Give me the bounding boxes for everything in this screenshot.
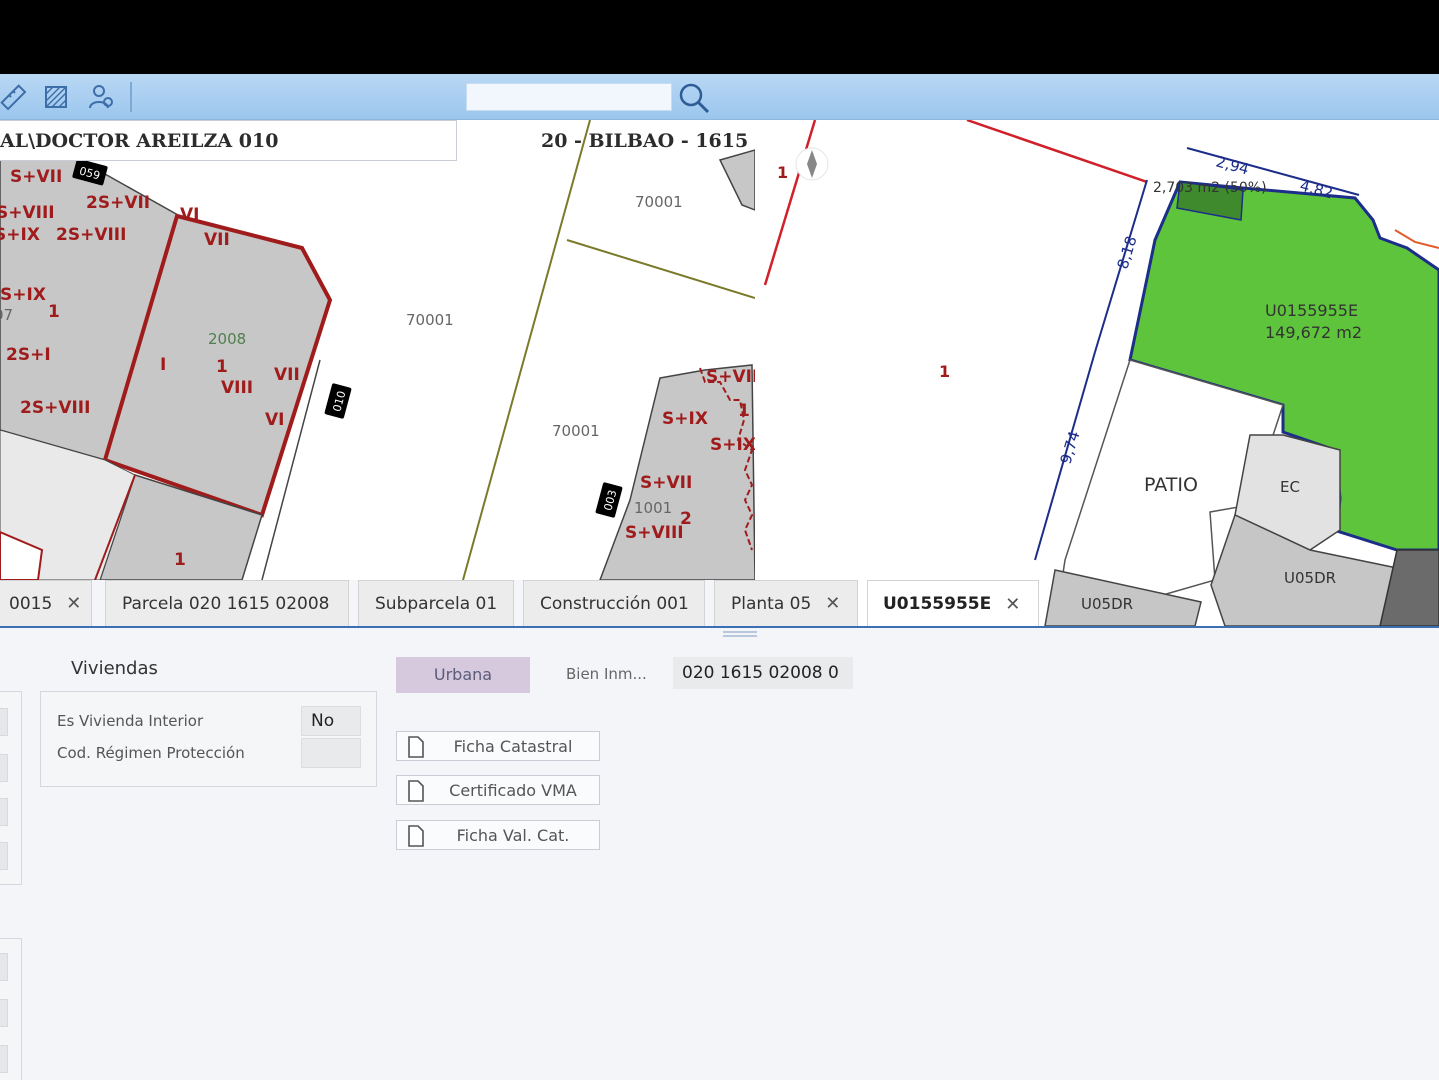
bien-inmueble-value: 020 1615 02008 0 bbox=[673, 657, 853, 689]
map-label: 1001 bbox=[634, 499, 672, 517]
map-label: 07 bbox=[0, 306, 13, 324]
map-label: 70001 bbox=[406, 311, 454, 329]
map-label: VII bbox=[274, 365, 300, 385]
cod-regimen-value bbox=[301, 738, 361, 768]
map-label: S+IX bbox=[0, 285, 46, 305]
unit-id-label: U0155955E bbox=[1265, 301, 1358, 320]
tab-label: Subparcela 01 bbox=[375, 593, 498, 614]
map-label: 2008 bbox=[208, 330, 246, 348]
tab-subparcela[interactable]: Subparcela 01 bbox=[358, 580, 514, 626]
map-label: S+VII bbox=[706, 367, 755, 387]
collapsed-panel bbox=[0, 691, 22, 885]
viviendas-title: Viviendas bbox=[71, 658, 158, 679]
map-toolbar bbox=[0, 74, 1439, 120]
map-label: S+IX bbox=[710, 435, 755, 455]
map-label: S+IX bbox=[662, 409, 708, 429]
map-label: 2S+VIII bbox=[56, 225, 126, 245]
map-label: S+IX bbox=[0, 225, 40, 245]
urbana-badge: Urbana bbox=[396, 657, 530, 693]
panel-splitter-handle[interactable] bbox=[723, 631, 757, 637]
map-label: 1 bbox=[738, 401, 750, 421]
ficha-catastral-button[interactable]: Ficha Catastral bbox=[396, 731, 600, 761]
dimension-label: 8,18 bbox=[1114, 234, 1141, 271]
cod-regimen-label: Cod. Régimen Protección bbox=[57, 744, 245, 762]
map-label: VII bbox=[204, 230, 230, 250]
map-label: S+VII bbox=[10, 167, 62, 187]
tab-planta[interactable]: Planta 05 ✕ bbox=[714, 580, 858, 626]
map-label: VI bbox=[265, 410, 284, 430]
block-boundary bbox=[462, 120, 591, 580]
tab-label: Parcela 020 1615 02008 bbox=[122, 593, 330, 614]
map-label: 1 bbox=[777, 163, 788, 182]
close-icon[interactable]: ✕ bbox=[66, 593, 81, 614]
es-vivienda-interior-value: No bbox=[301, 706, 361, 736]
tab-label: 0015 bbox=[9, 593, 53, 614]
map-label: 70001 bbox=[635, 193, 683, 211]
map-label: 2S+VII bbox=[86, 193, 150, 213]
close-icon[interactable]: ✕ bbox=[1005, 594, 1020, 615]
map-label: S+VIII bbox=[0, 203, 55, 223]
dimension-label: 2,94 bbox=[1214, 152, 1251, 178]
unit-area-label: 149,672 m2 bbox=[1265, 323, 1362, 342]
map-label: 1 bbox=[48, 302, 60, 322]
north-arrow-icon bbox=[795, 147, 829, 181]
tab-0015[interactable]: 0015 ✕ bbox=[0, 580, 92, 626]
map-title: 20 - BILBAO - 1615 bbox=[541, 130, 749, 152]
tab-bar: 0015 ✕ Parcela 020 1615 02008 Subparcela … bbox=[0, 580, 1439, 627]
ec-label: EC bbox=[1280, 478, 1300, 496]
top-black-bar bbox=[0, 0, 1439, 74]
hatch-area-icon[interactable] bbox=[39, 80, 73, 114]
tab-parcela[interactable]: Parcela 020 1615 02008 bbox=[105, 580, 349, 626]
close-icon[interactable]: ✕ bbox=[825, 593, 840, 614]
building-block bbox=[718, 149, 755, 211]
button-label: Certificado VMA bbox=[449, 780, 577, 800]
users-icon[interactable] bbox=[84, 80, 118, 114]
viviendas-panel: Es Vivienda Interior No Cod. Régimen Pro… bbox=[40, 691, 377, 787]
map-label: 1 bbox=[939, 362, 950, 381]
tab-construccion[interactable]: Construcción 001 bbox=[523, 580, 705, 626]
map-right-view[interactable]: 2,94 4,82 2,703 m2 (50%) 8,18 9,74 1 1 U… bbox=[755, 120, 1439, 626]
map-label: VI bbox=[180, 205, 199, 225]
address-label: AL\DOCTOR AREILZA 010 bbox=[0, 120, 457, 161]
dimension-label: 2,703 m2 (50%) bbox=[1153, 180, 1267, 196]
map-left-view[interactable]: S+VII 2S+VII S+VIII S+IX 2S+VIII S+IX 2S… bbox=[0, 120, 755, 580]
map-label: 1 bbox=[216, 357, 228, 377]
detail-panel: Viviendas Es Vivienda Interior No Cod. R… bbox=[0, 628, 1439, 1080]
map-label: 2S+I bbox=[6, 345, 51, 365]
search-input[interactable] bbox=[466, 83, 672, 111]
parcel-boundary bbox=[966, 120, 1148, 184]
bien-inmueble-label: Bien Inm... bbox=[566, 665, 647, 683]
map-left-canvas: S+VII 2S+VII S+VIII S+IX 2S+VIII S+IX 2S… bbox=[0, 120, 755, 580]
map-label: VIII bbox=[221, 378, 253, 398]
search-icon[interactable] bbox=[676, 80, 712, 116]
ruler-icon[interactable] bbox=[0, 80, 30, 114]
ficha-val-cat-button[interactable]: Ficha Val. Cat. bbox=[396, 820, 600, 850]
button-label: Ficha Catastral bbox=[453, 736, 573, 756]
map-label: I bbox=[160, 355, 166, 375]
parcel-boundary bbox=[763, 120, 817, 286]
tab-label: Planta 05 bbox=[731, 593, 812, 614]
tab-unit-active[interactable]: U0155955E ✕ bbox=[867, 580, 1039, 627]
map-label: 1 bbox=[174, 550, 186, 570]
dimension-label: 9,74 bbox=[1057, 429, 1084, 466]
tab-label: Construcción 001 bbox=[540, 593, 689, 614]
patio-label: PATIO bbox=[1144, 474, 1198, 496]
map-label: 2S+VIII bbox=[20, 398, 90, 418]
certificado-vma-button[interactable]: Certificado VMA bbox=[396, 775, 600, 805]
block-boundary bbox=[566, 239, 755, 299]
collapsed-panel bbox=[0, 938, 22, 1080]
es-vivienda-interior-label: Es Vivienda Interior bbox=[57, 712, 204, 730]
map-label: S+VIII bbox=[625, 523, 684, 543]
tab-label: U0155955E bbox=[883, 594, 992, 614]
toolbar-separator bbox=[130, 82, 132, 112]
map-label: 70001 bbox=[552, 422, 600, 440]
button-label: Ficha Val. Cat. bbox=[456, 825, 570, 845]
map-right-canvas: 2,94 4,82 2,703 m2 (50%) 8,18 9,74 1 1 U… bbox=[763, 120, 1439, 626]
map-label: S+VII bbox=[640, 473, 692, 493]
